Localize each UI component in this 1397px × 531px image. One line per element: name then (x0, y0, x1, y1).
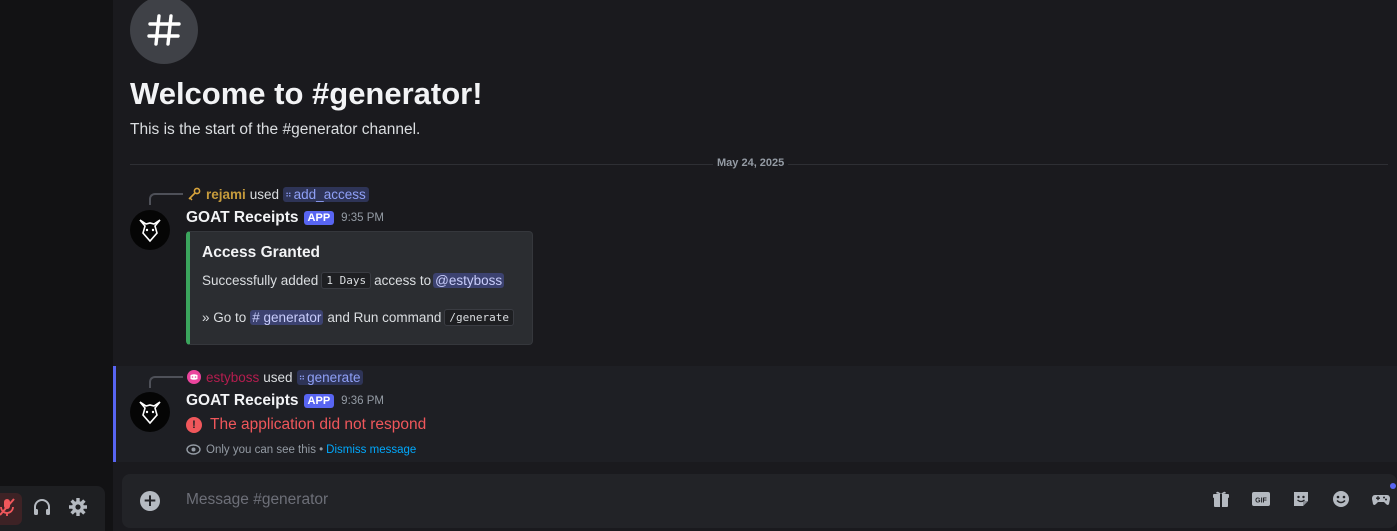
discord-icon (186, 369, 202, 385)
emoji-button[interactable] (1329, 489, 1353, 513)
inline-code: /generate (444, 309, 515, 326)
inline-code: 1 Days (321, 272, 372, 289)
user-settings-button[interactable] (62, 493, 94, 525)
message-timestamp: 9:36 PM (341, 395, 384, 407)
user-mention[interactable]: @estyboss (433, 273, 505, 288)
dismiss-message-link[interactable]: Dismiss message (326, 444, 416, 456)
ephemeral-notice: Only you can see this • Dismiss message (186, 442, 416, 457)
reply-used-text: used (249, 186, 280, 202)
welcome-title: Welcome to #generator! (130, 76, 483, 111)
reply-username[interactable]: rejami (206, 187, 246, 202)
app-badge: APP (303, 394, 335, 408)
chat-area: Welcome to #generator! This is the start… (113, 0, 1397, 531)
error-text: The application did not respond (210, 416, 427, 433)
embed-text: access to (374, 273, 432, 288)
deafen-button[interactable] (26, 493, 58, 525)
gift-button[interactable] (1209, 489, 1233, 513)
eye-icon (186, 442, 201, 457)
gif-button[interactable]: GIF (1249, 489, 1273, 513)
svg-text:GIF: GIF (1255, 498, 1267, 505)
plus-icon: + (142, 490, 158, 511)
reply-used-text: used (263, 369, 293, 385)
key-icon (186, 186, 202, 202)
channel-mention[interactable]: # generator (250, 310, 324, 325)
reply-connector (149, 193, 183, 205)
embed-text: » Go to (202, 310, 247, 325)
emoji-icon (1331, 489, 1351, 513)
message-header: GOAT Receipts APP 9:36 PM (186, 392, 384, 410)
gif-icon: GIF (1251, 489, 1271, 513)
command-name: add_access (293, 186, 366, 202)
command-icon: ⠶ (285, 188, 292, 199)
avatar[interactable] (130, 210, 170, 250)
author-name[interactable]: GOAT Receipts (186, 392, 299, 410)
avatar[interactable] (130, 392, 170, 432)
gear-icon (68, 497, 88, 521)
message-timestamp: 9:35 PM (341, 212, 384, 224)
command-icon: ⠶ (298, 371, 306, 382)
hash-icon (130, 0, 198, 64)
slash-command-chip[interactable]: ⠶ add_access (283, 186, 369, 202)
date-divider-label: May 24, 2025 (713, 157, 789, 169)
mic-muted-icon (0, 497, 17, 521)
error-message: ! The application did not respond (186, 416, 426, 434)
gift-icon (1211, 489, 1231, 513)
message-item: rejami used ⠶ add_access GOAT Receipts A… (113, 182, 1397, 362)
command-reply[interactable]: rejami used ⠶ add_access (186, 186, 369, 202)
app-badge: APP (303, 211, 335, 225)
mute-button[interactable] (0, 492, 22, 525)
welcome-subtitle: This is the start of the #generator chan… (130, 121, 421, 138)
notification-dot (1390, 483, 1396, 489)
error-icon: ! (186, 417, 202, 433)
message-item: estyboss used ⠶ generate GOAT Receipts A… (113, 366, 1397, 462)
upload-button[interactable]: + (140, 491, 160, 511)
headphones-icon (32, 497, 52, 521)
server-sidebar (0, 0, 113, 531)
reply-username[interactable]: estyboss (206, 370, 259, 385)
gamepad-icon (1371, 489, 1391, 513)
sticker-button[interactable] (1289, 489, 1313, 513)
message-input[interactable] (186, 491, 1186, 509)
embed-line-instructions: » Go to # generator and Run command /gen… (202, 309, 517, 326)
author-name[interactable]: GOAT Receipts (186, 209, 299, 227)
command-reply[interactable]: estyboss used ⠶ generate (186, 369, 364, 385)
embed-card: Access Granted Successfully added 1 Days… (186, 231, 533, 345)
command-name: generate (307, 369, 361, 385)
message-composer: + GIF (122, 474, 1397, 528)
embed-text: and Run command (327, 310, 442, 325)
reply-connector (149, 376, 183, 388)
user-controls-panel (0, 486, 105, 531)
embed-text: Successfully added (202, 273, 319, 288)
sticker-icon (1291, 489, 1311, 513)
apps-button[interactable] (1369, 483, 1396, 513)
slash-command-chip[interactable]: ⠶ generate (296, 369, 364, 385)
embed-line-access: Successfully added 1 Days access to @est… (202, 272, 506, 289)
embed-title: Access Granted (202, 244, 321, 261)
message-header: GOAT Receipts APP 9:35 PM (186, 209, 384, 227)
ephemeral-text: Only you can see this • (206, 443, 324, 456)
